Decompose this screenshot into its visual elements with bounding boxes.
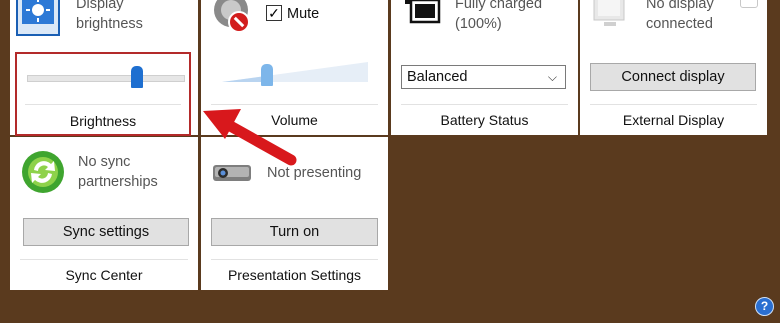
- presentation-separator: [211, 259, 378, 260]
- sync-status-text: No sync partnerships: [78, 154, 158, 190]
- power-plan-value: Balanced: [407, 69, 468, 85]
- external-monitor-icon[interactable]: [590, 0, 634, 37]
- mute-label: Mute: [287, 6, 320, 22]
- display-status-text: Display brightness: [76, 0, 143, 32]
- external-display-status: No display connected: [646, 0, 714, 32]
- volume-slider-track[interactable]: [222, 58, 368, 84]
- mute-checkbox[interactable]: ✓: [266, 5, 282, 21]
- connect-display-button[interactable]: Connect display: [590, 63, 756, 91]
- power-plan-dropdown[interactable]: Balanced ⌵: [401, 65, 566, 89]
- speaker-muted-icon[interactable]: [211, 0, 255, 45]
- display-brightness-icon[interactable]: [16, 0, 60, 36]
- battery-status-text: Fully charged (100%): [455, 0, 543, 32]
- battery-separator: [401, 104, 568, 105]
- external-display-tile: No display connected Connect display Ext…: [580, 0, 767, 135]
- brightness-highlight-box: Brightness: [15, 52, 191, 136]
- turn-on-button[interactable]: Turn on: [211, 218, 378, 246]
- help-icon[interactable]: ?: [755, 297, 774, 316]
- brightness-separator: [25, 104, 181, 105]
- volume-slider-thumb[interactable]: [261, 64, 273, 86]
- annotation-arrow-icon: [203, 109, 297, 166]
- external-display-toggle[interactable]: [740, 0, 758, 8]
- sync-icon[interactable]: [20, 149, 66, 200]
- presentation-settings-label: Presentation Settings: [227, 267, 362, 283]
- external-display-label: External Display: [622, 112, 725, 128]
- sync-center-tile: No sync partnerships Sync settings Sync …: [10, 137, 198, 290]
- mobility-center-panel: Display brightness Brightness ✓ Mute Vol: [10, 0, 779, 292]
- battery-label: Battery Status: [440, 112, 529, 128]
- sync-center-label: Sync Center: [65, 267, 143, 283]
- chevron-down-icon: ⌵: [547, 70, 557, 84]
- brightness-label: Brightness: [69, 113, 137, 129]
- battery-tile: Fully charged (100%) Balanced ⌵ Battery …: [391, 0, 578, 135]
- battery-icon: [401, 0, 443, 35]
- sync-separator: [20, 259, 188, 260]
- external-separator: [590, 104, 757, 105]
- brightness-slider-track[interactable]: [27, 75, 185, 82]
- brightness-slider-thumb[interactable]: [131, 66, 143, 88]
- sync-settings-button[interactable]: Sync settings: [23, 218, 189, 246]
- brightness-tile: Display brightness Brightness: [10, 0, 198, 136]
